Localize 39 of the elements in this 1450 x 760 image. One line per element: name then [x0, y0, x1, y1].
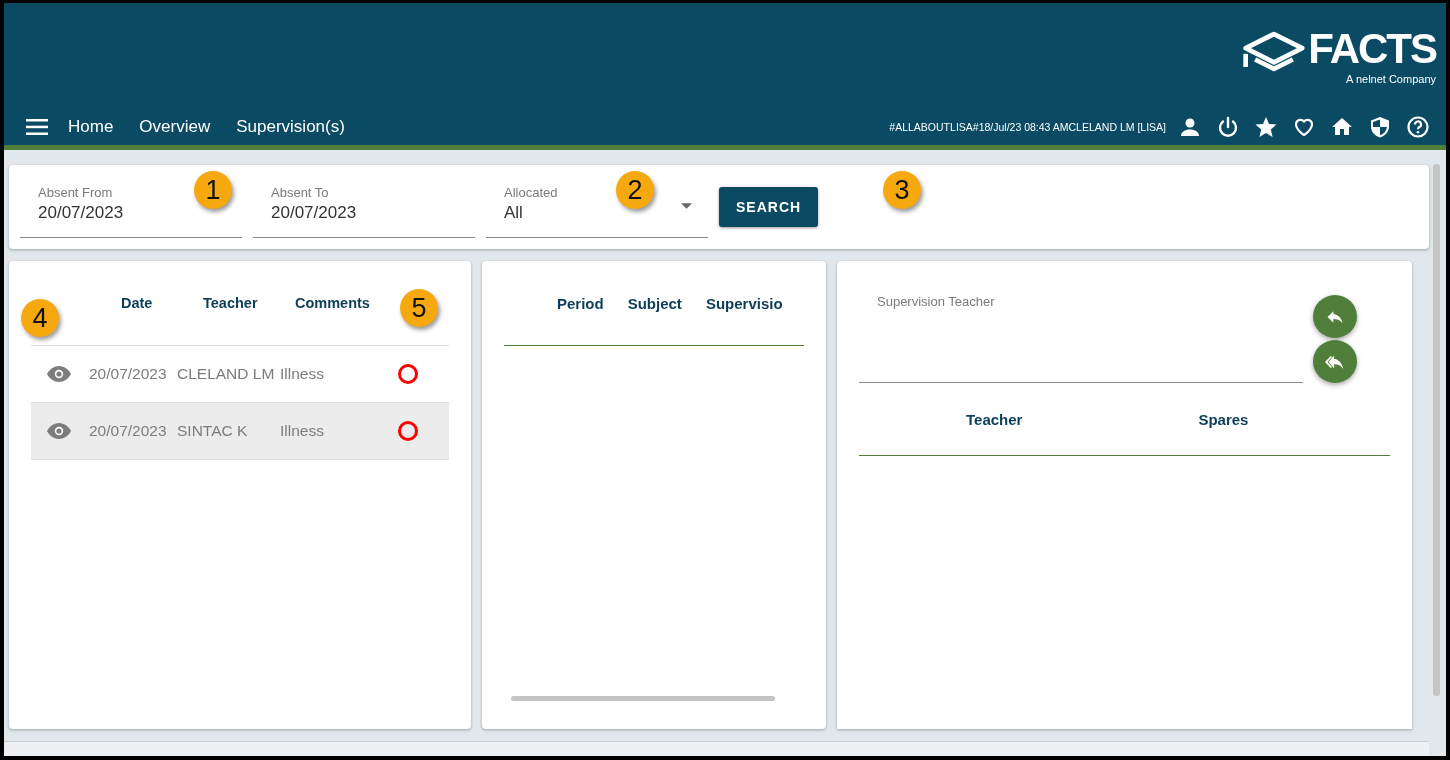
- table-cell-text: Illness: [280, 422, 325, 440]
- nav-link[interactable]: Supervision(s): [236, 117, 345, 137]
- column-header: Comments: [295, 295, 371, 311]
- horizontal-scrollbar[interactable]: [511, 696, 775, 701]
- nav-link[interactable]: Home: [68, 117, 114, 137]
- eye-icon[interactable]: [47, 423, 71, 439]
- column-header: Subject: [627, 294, 682, 312]
- column-header: Spares: [1198, 410, 1249, 428]
- column-header: Teacher: [203, 295, 259, 311]
- supervision-teacher-field[interactable]: Supervision Teacher: [859, 261, 1303, 383]
- column-header: Teacher: [966, 410, 1023, 428]
- status-ring-icon: [398, 421, 418, 441]
- reply-all-button[interactable]: [1313, 340, 1357, 383]
- absence-row[interactable]: 20/07/2023 SINTAC K Illness: [31, 403, 449, 460]
- reply-button[interactable]: [1313, 295, 1357, 338]
- session-info: #ALLABOUTLISA#18/Jul/23 08:43 AMCLELAND LM [LISA]: [889, 121, 1166, 133]
- vertical-scrollbar[interactable]: [1433, 164, 1440, 696]
- logo-wordmark: FACTS: [1308, 27, 1436, 71]
- power-icon[interactable]: [1216, 115, 1240, 139]
- eye-icon[interactable]: [47, 366, 71, 382]
- search-button[interactable]: SEARCH: [719, 187, 819, 227]
- column-header: Date: [120, 295, 154, 311]
- date-field[interactable]: Absent To 20/07/2023: [253, 165, 475, 238]
- graduation-cap-logo-icon: [1240, 29, 1307, 73]
- table-cell-text: 20/07/2023: [89, 365, 168, 383]
- column-header: Supervisio: [705, 294, 783, 312]
- star-icon[interactable]: [1254, 115, 1278, 139]
- help-icon[interactable]: [1406, 115, 1430, 139]
- shield-icon[interactable]: [1368, 115, 1392, 139]
- logo-tagline: A nelnet Company: [1346, 73, 1436, 85]
- menu-icon[interactable]: [26, 119, 48, 135]
- dropdown-caret-icon: [681, 203, 692, 209]
- table-cell-text: 20/07/2023: [89, 422, 168, 440]
- table-cell-text: SINTAC K: [177, 422, 249, 440]
- table-cell-text: CLELAND LM: [177, 365, 276, 383]
- status-ring-icon: [398, 364, 418, 384]
- table-cell-text: Illness: [280, 365, 325, 383]
- nav-link[interactable]: Overview: [139, 117, 211, 137]
- column-header: Period: [557, 294, 604, 312]
